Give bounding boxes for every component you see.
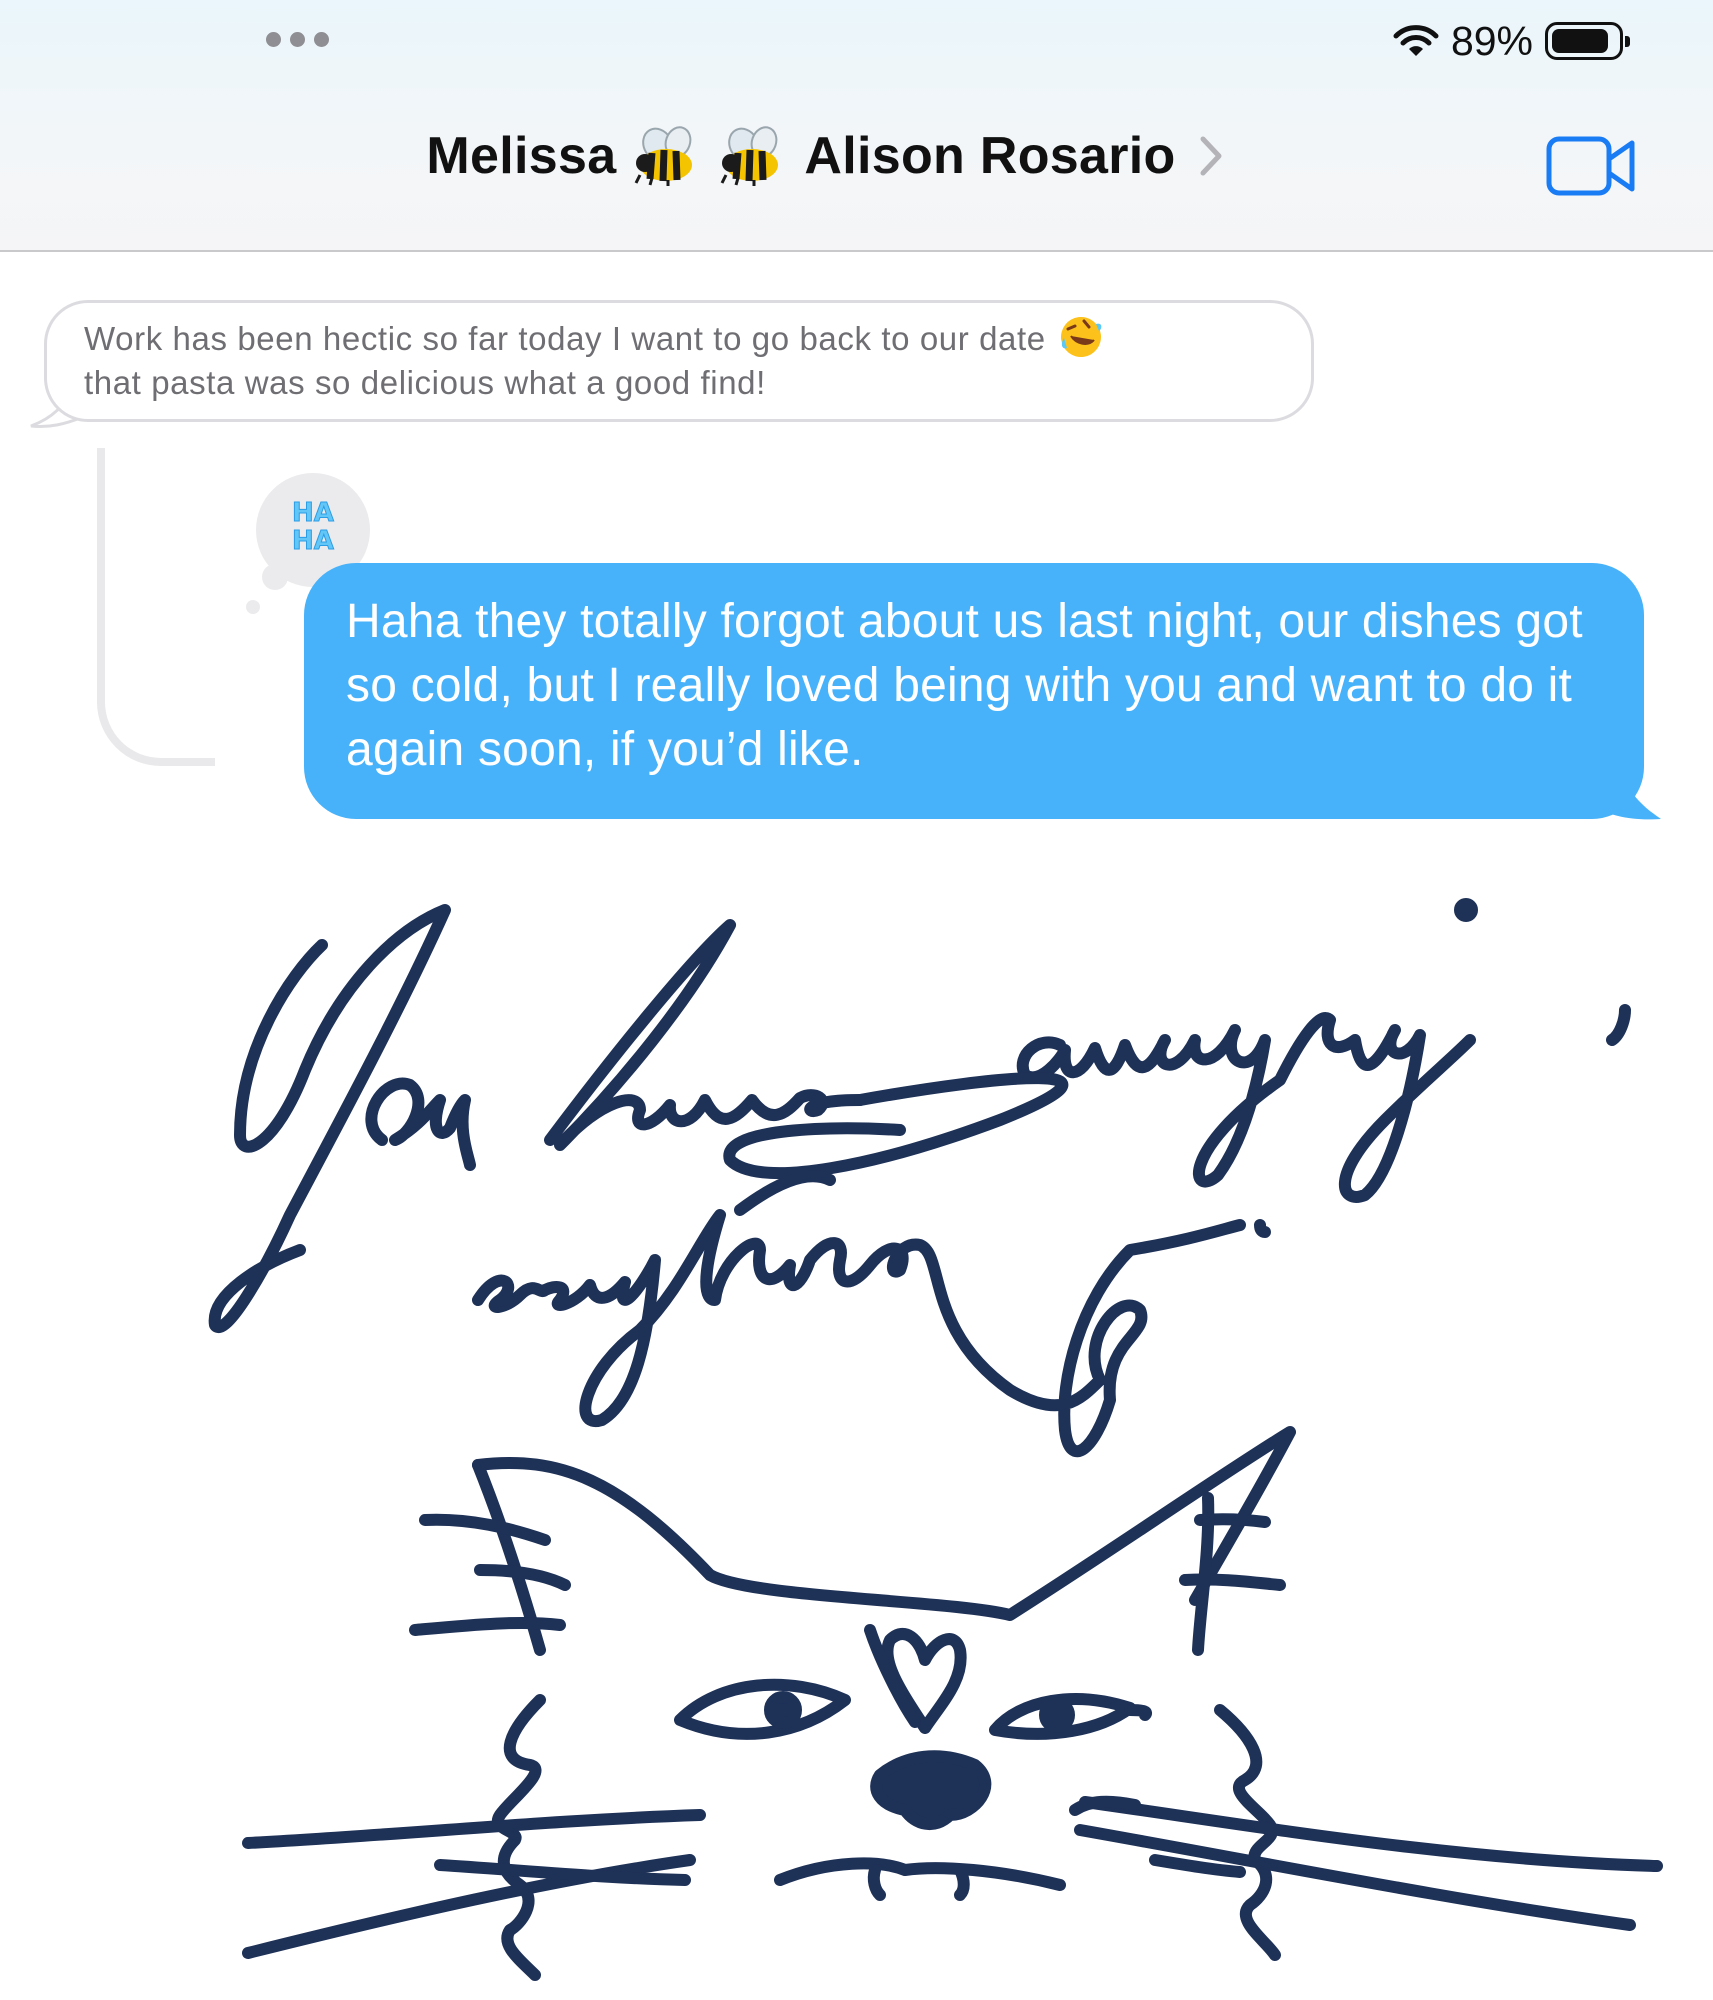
wifi-icon: [1393, 25, 1439, 56]
message-bubble-incoming[interactable]: Work has been hectic so far today I want…: [44, 300, 1314, 422]
tapback-bubble-dot: [262, 564, 288, 590]
chevron-right-icon[interactable]: [1198, 135, 1224, 177]
status-bar: 89%: [1393, 14, 1630, 68]
message-text: that pasta was so delicious what a good …: [84, 364, 766, 401]
bee-emoji: [721, 126, 779, 186]
battery-icon: [1545, 22, 1630, 60]
battery-percentage: 89%: [1450, 17, 1533, 64]
message-text: Haha they totally forgot about us last n…: [346, 595, 1583, 776]
reply-thread-line: [97, 448, 215, 766]
tapback-bubble-dot: [246, 600, 260, 614]
bee-emoji: [635, 126, 693, 186]
more-dots-icon[interactable]: [266, 32, 329, 47]
tapback-label: HA HA: [292, 498, 335, 556]
message-bubble-outgoing[interactable]: Haha they totally forgot about us last n…: [304, 563, 1644, 819]
rofl-emoji: [1060, 317, 1102, 358]
conversation-header: 89% Melissa Alison Rosario: [0, 0, 1713, 252]
contact-title[interactable]: Melissa Alison Rosario: [0, 125, 1600, 187]
contact-first-name: Melissa: [426, 127, 617, 185]
message-text: Work has been hectic so far today I want…: [84, 320, 1046, 357]
contact-last-name: Alison Rosario: [804, 127, 1176, 185]
facetime-video-icon[interactable]: [1546, 135, 1638, 197]
